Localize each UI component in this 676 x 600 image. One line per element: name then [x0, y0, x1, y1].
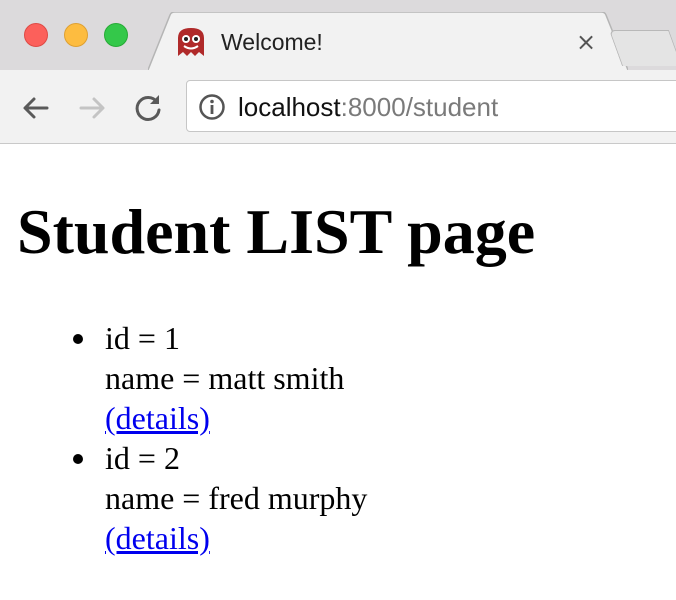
page-title: Student LIST page — [17, 196, 536, 267]
maximize-window-button[interactable] — [104, 23, 128, 47]
student-id: id = 1 — [105, 320, 180, 356]
url-path: :8000/student — [340, 92, 499, 122]
student-name: name = fred murphy — [105, 480, 368, 516]
url-host: localhost — [238, 92, 341, 122]
reload-icon[interactable] — [132, 92, 164, 124]
student-list: id = 1 name = matt smith (details) id = … — [73, 318, 368, 558]
student-item: id = 2 name = fred murphy (details) — [73, 438, 368, 558]
tab-title: Welcome! — [221, 29, 323, 55]
student-item: id = 1 name = matt smith (details) — [73, 318, 367, 438]
minimize-window-button[interactable] — [64, 23, 88, 47]
back-arrow-icon[interactable] — [20, 92, 52, 124]
list-bullet — [73, 454, 83, 464]
ghost-face-icon — [178, 28, 204, 56]
details-link[interactable]: (details) — [105, 520, 210, 556]
close-window-button[interactable] — [24, 23, 48, 47]
forward-arrow-icon[interactable] — [76, 92, 108, 124]
tab-welcome[interactable] — [148, 12, 628, 70]
url-text[interactable]: localhost:8000/student — [238, 90, 498, 124]
student-name: name = matt smith — [105, 360, 345, 396]
list-bullet — [73, 334, 83, 344]
details-link[interactable]: (details) — [105, 400, 210, 436]
info-icon[interactable] — [198, 93, 226, 121]
tab-close-icon[interactable]: × — [576, 30, 596, 54]
student-id: id = 2 — [105, 440, 180, 476]
